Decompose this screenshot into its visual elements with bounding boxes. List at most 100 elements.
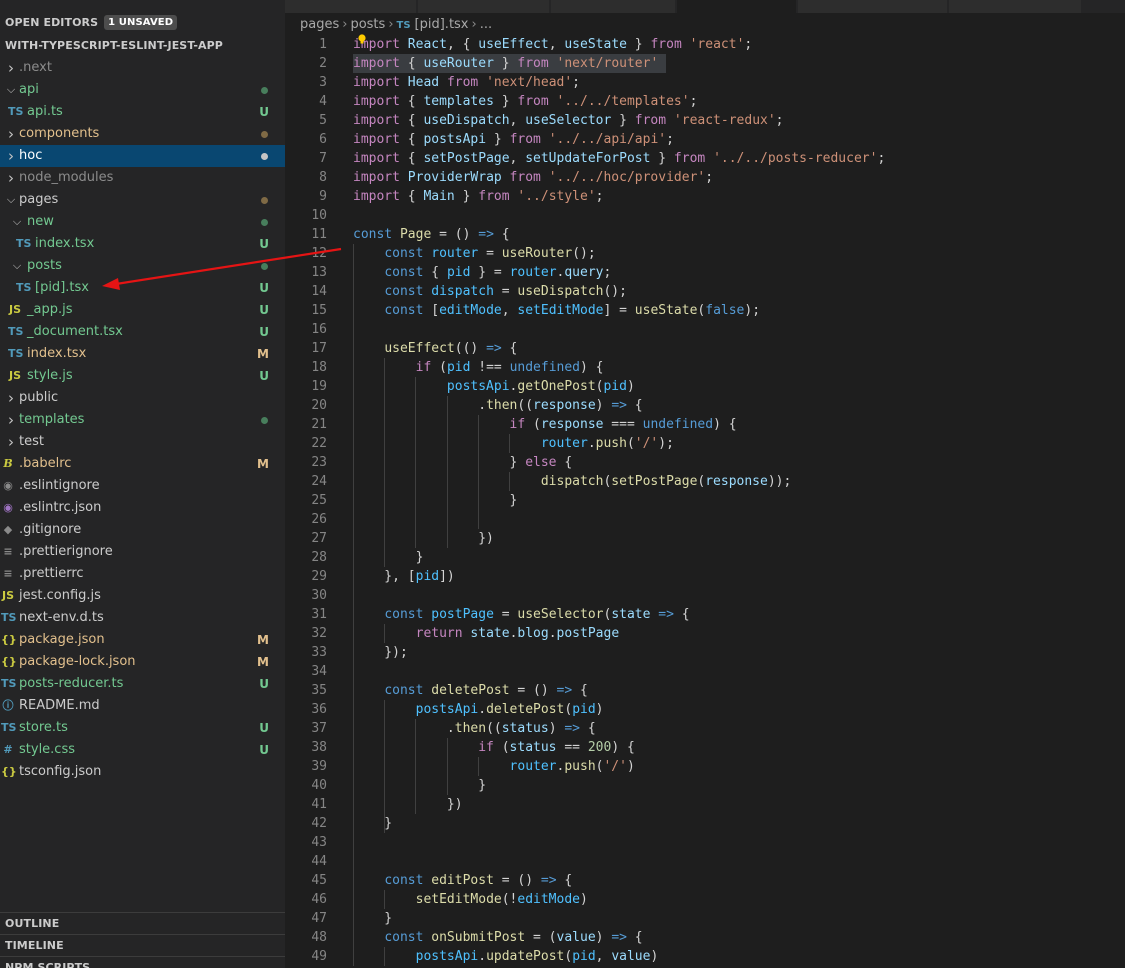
tree-item[interactable]: JS _app.js U [0, 299, 285, 321]
code-line: import { Main } from '../style'; [353, 189, 604, 204]
tree-item[interactable]: JS style.js U [0, 365, 285, 387]
open-editors-header[interactable]: OPEN EDITORS 1 UNSAVED [0, 12, 285, 34]
tree-item[interactable]: ⌵ posts [0, 255, 285, 277]
code-line: const router = useRouter(); [384, 246, 596, 261]
tree-item-label: .prettierrc [19, 566, 84, 581]
code-line: import { useDispatch, useSelector } from… [353, 113, 784, 128]
code-line: const dispatch = useDispatch(); [384, 284, 627, 299]
code-line: return state.blog.postPage [415, 626, 620, 641]
tree-item[interactable]: TS index.tsx M [0, 343, 285, 365]
tree-item-label: api.ts [27, 104, 63, 119]
breadcrumb-symbols[interactable]: ... [480, 17, 492, 32]
tree-item-label: api [19, 82, 39, 97]
tree-item[interactable]: ≡ .prettierignore [0, 541, 285, 563]
code-editor[interactable]: import React, { useEffect, useState } fr… [353, 35, 1125, 966]
code-line: const Page = () => { [353, 227, 510, 242]
tab-5[interactable] [798, 0, 948, 13]
tab-1[interactable] [285, 0, 417, 13]
line-number: 49 [311, 949, 327, 964]
tab-active[interactable] [677, 0, 797, 13]
tree-item[interactable]: › .next [0, 57, 285, 79]
npm-scripts-header[interactable]: NPM SCRIPTS [0, 956, 285, 968]
file-tree: › .next ⌵ api TS api.ts U › components › hoc › node_… [0, 57, 285, 783]
tree-item[interactable]: ≡ .prettierrc [0, 563, 285, 585]
line-number: 38 [311, 740, 327, 755]
line-number: 45 [311, 873, 327, 888]
tree-item[interactable]: TS next-env.d.ts [0, 607, 285, 629]
code-line: } [353, 550, 424, 565]
tree-item[interactable]: ◆ .gitignore [0, 519, 285, 541]
tree-item[interactable]: › test [0, 431, 285, 453]
code-line: setEditMode(!editMode) [415, 892, 588, 907]
tree-item[interactable]: JS jest.config.js [0, 585, 285, 607]
tree-item[interactable]: › hoc [0, 145, 285, 167]
tree-item[interactable]: ⓘ README.md [0, 695, 285, 717]
line-number: 4 [319, 94, 327, 109]
project-header[interactable]: WITH-TYPESCRIPT-ESLINT-JEST-APP [0, 35, 285, 57]
tree-item[interactable]: {} package-lock.json M [0, 651, 285, 673]
tree-item[interactable]: TS [pid].tsx U [0, 277, 285, 299]
tree-item-label: style.js [27, 368, 73, 383]
tree-item[interactable]: B .babelrc M [0, 453, 285, 475]
tree-item[interactable]: ⌵ api [0, 79, 285, 101]
tree-item-label: [pid].tsx [35, 280, 89, 295]
tree-item[interactable]: › public [0, 387, 285, 409]
git-status-badge: U [259, 721, 269, 735]
timeline-header[interactable]: TIMELINE [0, 934, 285, 956]
line-number: 2 [319, 56, 327, 71]
tree-item[interactable]: TS index.tsx U [0, 233, 285, 255]
line-number-gutter: 1 2 3 4 5 6 7 8 9 10 11 12 13 14 15 16 17 18 19 20 21 22 23 24 2… [285, 35, 327, 966]
tree-item[interactable]: {} tsconfig.json [0, 761, 285, 783]
chevron-right-icon: › [8, 59, 14, 77]
tree-item[interactable]: {} package.json M [0, 629, 285, 651]
code-line: import ProviderWrap from '../../hoc/prov… [353, 170, 714, 185]
tree-item[interactable]: TS store.ts U [0, 717, 285, 739]
tree-item[interactable]: TS _document.tsx U [0, 321, 285, 343]
line-number: 40 [311, 778, 327, 793]
line-number: 16 [311, 322, 327, 337]
tree-item[interactable]: ◉ .eslintrc.json [0, 497, 285, 519]
git-status-badge: M [257, 633, 269, 647]
status-dot [261, 263, 268, 270]
breadcrumb-posts[interactable]: posts [350, 17, 385, 32]
tree-item[interactable]: ⌵ new [0, 211, 285, 233]
tree-item[interactable]: TS posts-reducer.ts U [0, 673, 285, 695]
breadcrumb-file[interactable]: [pid].tsx [415, 17, 469, 32]
line-number: 24 [311, 474, 327, 489]
css-file-icon: # [3, 743, 13, 756]
tree-item-label: posts [27, 258, 62, 273]
lightbulb-icon[interactable] [358, 34, 366, 44]
outline-header[interactable]: OUTLINE [0, 912, 285, 934]
status-dot [261, 417, 268, 424]
line-number: 18 [311, 360, 327, 375]
javascript-file-icon: JS [8, 303, 21, 316]
tree-item[interactable]: TS api.ts U [0, 101, 285, 123]
code-line: router.push('/') [509, 759, 635, 774]
tree-item[interactable]: ⌵ pages [0, 189, 285, 211]
tree-item[interactable]: # style.css U [0, 739, 285, 761]
tab-6[interactable] [949, 0, 1082, 13]
code-line: import { useRouter } from 'next/router' [353, 54, 667, 73]
tree-item[interactable]: › components [0, 123, 285, 145]
code-line: const editPost = () => { [384, 873, 573, 888]
breadcrumb-pages[interactable]: pages [300, 17, 339, 32]
chevron-right-icon: › [8, 169, 14, 187]
tree-item-label: pages [19, 192, 59, 207]
code-line: import { postsApi } from '../../api/api'… [353, 132, 674, 147]
tree-item[interactable]: › templates [0, 409, 285, 431]
tree-item-label: package.json [19, 632, 105, 647]
tab-3[interactable] [551, 0, 676, 13]
tab-2[interactable] [418, 0, 550, 13]
code-line: router.push('/'); [540, 436, 674, 451]
tree-item-label: index.tsx [27, 346, 87, 361]
tree-item[interactable]: ◉ .eslintignore [0, 475, 285, 497]
tree-item[interactable]: › node_modules [0, 167, 285, 189]
tree-item-label: node_modules [19, 170, 114, 185]
status-dot [261, 219, 268, 226]
code-line: if (pid !== undefined) { [415, 360, 604, 375]
